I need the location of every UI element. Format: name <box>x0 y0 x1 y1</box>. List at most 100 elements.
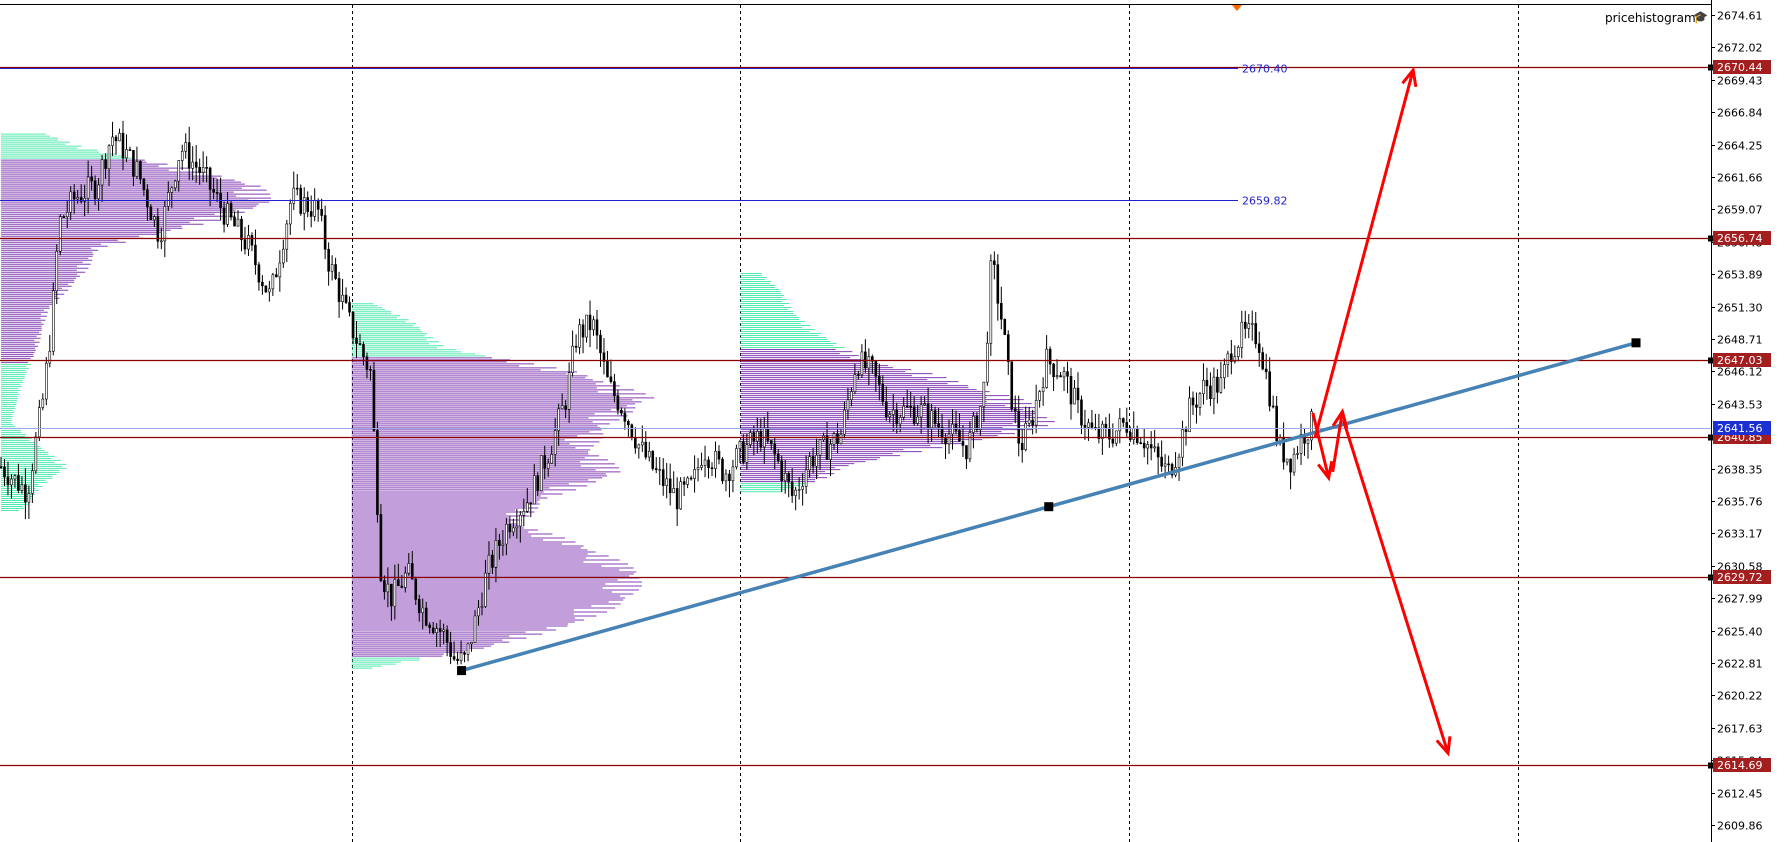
candle-body <box>647 450 651 458</box>
candle-body <box>484 572 487 607</box>
candle-body <box>118 132 121 142</box>
candle-body <box>515 525 519 529</box>
candle-body <box>309 211 313 217</box>
blue-level-label: 2670.40 <box>1242 63 1288 76</box>
candle-body <box>275 274 278 278</box>
candle-body <box>550 454 553 464</box>
candle-body <box>166 192 170 207</box>
candle-body <box>1139 442 1143 444</box>
candle-body <box>93 180 97 200</box>
candle-body <box>323 215 327 250</box>
candle-body <box>271 274 275 290</box>
candle-body <box>651 450 655 469</box>
price-axis-tick-label: 2646.12 <box>1717 366 1763 379</box>
candle-body <box>661 469 665 486</box>
candle-body <box>243 239 247 250</box>
candle-body <box>104 159 107 170</box>
candle-body <box>975 415 979 430</box>
mortarboard-icon[interactable]: 🎓 <box>1693 10 1711 24</box>
price-axis-tick-label: 2653.89 <box>1717 269 1763 282</box>
candle-body <box>881 384 885 403</box>
candle-body <box>909 406 912 408</box>
candle-body <box>707 459 710 469</box>
candle-body <box>1066 371 1069 377</box>
candle-body <box>560 405 564 410</box>
candle-body <box>278 262 282 278</box>
candle-body <box>215 192 219 194</box>
candle-body <box>1000 303 1003 320</box>
candle-body <box>637 444 641 449</box>
candle-body <box>1034 399 1038 426</box>
candle-body <box>38 407 41 438</box>
candle-body <box>470 642 473 645</box>
candle-body <box>480 606 484 608</box>
candle-body <box>292 187 296 204</box>
candle-body <box>1271 405 1275 408</box>
candle-body <box>564 405 567 410</box>
level-price-label: 2670.44 <box>1717 61 1763 74</box>
candle-body <box>285 223 289 250</box>
candle-body <box>874 361 878 377</box>
price-axis-tick-label: 2609.86 <box>1717 820 1763 833</box>
candle-body <box>348 302 351 313</box>
candle-body <box>121 132 125 159</box>
candle-body <box>905 405 909 408</box>
candle-body <box>383 580 386 593</box>
candle-body <box>65 211 69 218</box>
candle-body <box>979 406 982 430</box>
candle-body <box>1153 446 1156 449</box>
candle-body <box>400 585 404 588</box>
candle-body <box>1087 422 1090 428</box>
candle-body <box>302 197 306 214</box>
candle-body <box>1090 422 1094 428</box>
candle-body <box>1052 363 1055 377</box>
candle-body <box>48 350 52 364</box>
candle-body <box>431 627 435 634</box>
candle-body <box>1111 438 1115 444</box>
candle-body <box>1142 442 1146 449</box>
candle-body <box>397 579 400 587</box>
candle-body <box>1181 429 1184 458</box>
candle-body <box>233 216 236 227</box>
candle-body <box>1156 446 1160 458</box>
candle-body <box>386 583 390 593</box>
price-axis-tick-label: 2617.63 <box>1717 723 1763 736</box>
candle-body <box>968 432 972 460</box>
candle-body <box>682 481 686 485</box>
candle-body <box>1223 364 1226 379</box>
candle-body <box>884 401 888 418</box>
candle-body <box>539 455 543 491</box>
candle-body <box>853 374 857 392</box>
candle-body <box>630 424 634 438</box>
candle-body <box>51 290 55 352</box>
trendline-handle <box>1631 338 1641 348</box>
candle-body <box>1247 323 1251 329</box>
candle-body <box>993 260 996 265</box>
candle-body <box>728 473 731 482</box>
candle-body <box>452 656 456 660</box>
level-price-label: 2656.74 <box>1717 232 1763 245</box>
candle-body <box>606 361 609 378</box>
candle-body <box>641 441 644 446</box>
candle-body <box>257 264 261 283</box>
candle-body <box>1177 456 1181 468</box>
candle-body <box>1146 444 1149 449</box>
candle-body <box>627 420 630 426</box>
candle-body <box>923 403 926 406</box>
candle-body <box>250 235 254 246</box>
candle-body <box>696 467 700 470</box>
price-chart[interactable]: 2670.40 2659.82 2674.61 2672.02 2669.43 2666… <box>0 0 1786 842</box>
candle-body <box>45 362 48 400</box>
candle-body <box>393 579 397 607</box>
indicator-name-label: pricehistogram <box>1605 11 1696 25</box>
candle-body <box>1306 439 1310 444</box>
candle-body <box>588 314 592 331</box>
candle-body <box>965 445 968 460</box>
candle-body <box>829 443 832 460</box>
candle-body <box>306 197 310 212</box>
candle-body <box>142 178 146 190</box>
candle-body <box>532 475 536 505</box>
candle-body <box>599 334 602 354</box>
candle-body <box>139 161 142 180</box>
candle-body <box>170 187 174 193</box>
